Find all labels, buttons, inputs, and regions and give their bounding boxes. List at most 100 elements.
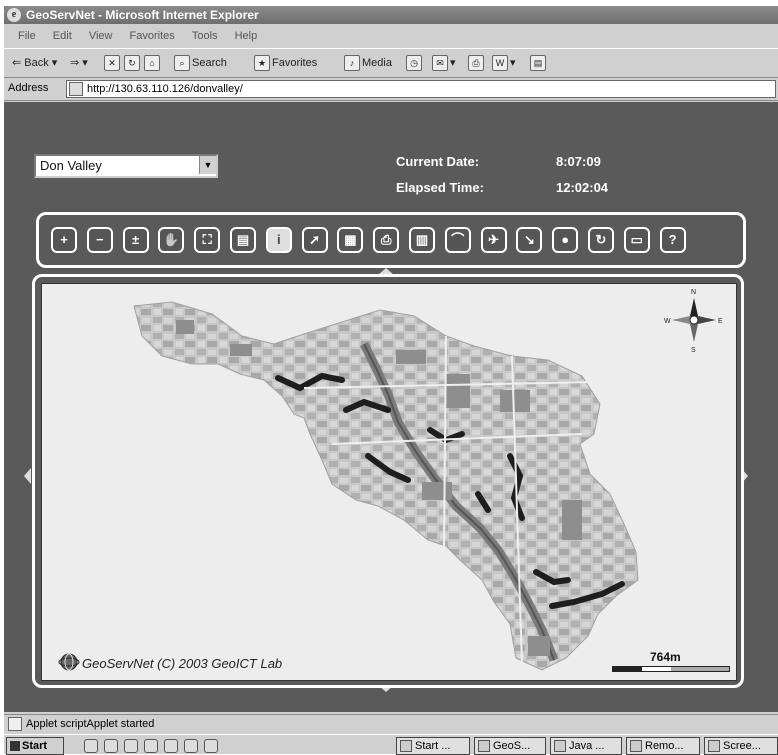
refresh-button[interactable]: ↻	[124, 55, 142, 72]
task-java[interactable]: Java ...	[550, 737, 622, 755]
scale-bar-graphic	[612, 666, 730, 672]
start-button[interactable]: Start	[6, 737, 64, 755]
full-extent-tool-button[interactable]: ⛶	[194, 227, 221, 253]
window-title: GeoServNet - Microsoft Internet Explorer	[26, 8, 259, 22]
ie-logo-icon: e	[7, 8, 21, 22]
help-tool-button[interactable]: ?	[659, 227, 686, 253]
compass-n-label: N	[691, 289, 696, 296]
applet-area: Don Valley ▼ Current Date: 8:07:09 Elaps…	[4, 102, 778, 712]
menu-tools[interactable]: Tools	[192, 30, 218, 42]
stop-button[interactable]: ✕	[104, 55, 122, 72]
home-icon: ⌂	[144, 55, 160, 72]
layers-tool-button[interactable]: ▤	[230, 227, 256, 253]
task-icon	[400, 740, 412, 753]
search-button[interactable]: ⌕ Search	[174, 55, 227, 72]
compass-rose	[672, 298, 716, 342]
page-status-icon	[8, 717, 22, 732]
refresh-icon: ↻	[124, 55, 140, 72]
menu-help[interactable]: Help	[235, 30, 258, 42]
print-tool-button[interactable]: ⎙	[373, 227, 400, 253]
measure-tool-button[interactable]: ↘	[516, 227, 543, 253]
browser-window: e GeoServNet - Microsoft Internet Explor…	[4, 6, 778, 755]
watershed-map: N E S W	[133, 289, 723, 671]
menu-file[interactable]: File	[18, 30, 36, 42]
discuss-button[interactable]: ▤	[530, 55, 548, 72]
search-icon: ⌕	[174, 55, 190, 72]
print-icon: ⎙	[468, 55, 484, 72]
scale-label: 764m	[650, 650, 681, 664]
menu-edit[interactable]: Edit	[53, 30, 72, 42]
forward-arrow-icon: ⇒	[70, 57, 80, 69]
ie-quicklaunch-icon[interactable]	[104, 739, 118, 753]
forward-button[interactable]: ⇒ ▾	[70, 55, 88, 71]
zoom-in-tool-button[interactable]: +	[51, 227, 77, 253]
task-remote[interactable]: Remo...	[626, 737, 700, 755]
favorites-button[interactable]: ★ Favorites	[254, 55, 317, 72]
back-button[interactable]: ⇐ Back ▾	[12, 55, 57, 71]
explorer-quicklaunch-icon[interactable]	[184, 739, 198, 753]
task-screen[interactable]: Scree...	[704, 737, 778, 755]
compass-e-label: E	[718, 318, 723, 325]
legend-tool-button[interactable]: ▦	[337, 227, 364, 253]
status-text: Applet scriptApplet started	[26, 718, 155, 730]
task-start[interactable]: Start ...	[396, 737, 470, 755]
region-select-value: Don Valley	[40, 158, 102, 173]
task-icon	[478, 740, 490, 753]
current-date-label: Current Date:	[396, 154, 480, 169]
chevron-down-icon[interactable]: ▼	[199, 156, 216, 174]
media-quicklaunch-icon[interactable]	[144, 739, 158, 753]
media-icon: ♪	[344, 55, 360, 72]
history-button[interactable]: ◷	[406, 55, 424, 72]
map-view[interactable]: N E S W GeoServNet (C) 2003 GeoICT Lab 7…	[41, 283, 737, 681]
globe-logo-icon	[58, 653, 80, 671]
map-toolbar: + − ± ✋ ⛶ ▤ i ➚ ▦ ⎙ ▥ ⌒ ✈ ↘ ● ↻ ▭?	[36, 212, 746, 268]
task-icon	[554, 740, 566, 753]
favorites-icon: ★	[254, 55, 270, 72]
browser-toolbar: ⇐ Back ▾ ⇒ ▾ ✕ ↻ ⌂ ⌕ Search ★ Favorites ♪ M…	[4, 48, 778, 78]
watershed-area	[133, 301, 639, 671]
pan-west-icon[interactable]	[24, 468, 31, 484]
refresh-tool-button[interactable]: ↻	[588, 227, 614, 253]
task-geoservnet[interactable]: GeoS...	[474, 737, 546, 755]
history-icon: ◷	[406, 55, 422, 72]
show-desktop-icon[interactable]	[84, 739, 98, 753]
menu-favorites[interactable]: Favorites	[130, 30, 175, 42]
save-tool-button[interactable]: ▭	[623, 227, 650, 253]
info-tool-button[interactable]: i	[265, 227, 292, 253]
elapsed-time-value: 12:02:04	[556, 180, 609, 195]
task-icon	[630, 740, 642, 753]
mail-button[interactable]: ✉ ▾	[432, 55, 456, 72]
terminal-quicklaunch-icon[interactable]	[204, 739, 218, 753]
zoom-toggle-tool-button[interactable]: ±	[122, 227, 149, 253]
media-button[interactable]: ♪ Media	[344, 55, 392, 72]
print-button[interactable]: ⎙	[468, 55, 486, 72]
paint-quicklaunch-icon[interactable]	[124, 739, 138, 753]
taskbar: Start Start ... GeoS... Java ... Remo...…	[4, 734, 778, 755]
back-arrow-icon: ⇐	[12, 57, 22, 69]
edit-button[interactable]: W ▾	[492, 55, 516, 72]
zoom-out-tool-button[interactable]: −	[86, 227, 113, 253]
address-url: http://130.63.110.126/donvalley/	[87, 83, 243, 95]
select-tool-button[interactable]: ➚	[301, 227, 328, 253]
status-bar: Applet scriptApplet started	[4, 714, 778, 733]
address-label: Address	[8, 82, 49, 94]
region-select[interactable]: Don Valley ▼	[34, 154, 218, 178]
page-icon	[69, 82, 83, 96]
elapsed-time-label: Elapsed Time:	[396, 180, 484, 195]
copyright-text: GeoServNet (C) 2003 GeoICT Lab	[82, 656, 283, 671]
table-tool-button[interactable]: ▥	[409, 227, 435, 253]
pan-tool-button[interactable]: ✋	[158, 227, 185, 253]
address-input[interactable]: http://130.63.110.126/donvalley/	[66, 80, 776, 98]
word-icon: W	[492, 55, 508, 72]
current-date-value: 8:07:09	[556, 154, 601, 169]
menu-bar: File Edit View Favorites Tools Help	[4, 26, 778, 46]
buffer-tool-button[interactable]: ●	[552, 227, 579, 253]
home-button[interactable]: ⌂	[144, 55, 162, 72]
task-icon	[708, 740, 720, 753]
terrain-tool-button[interactable]: ⌒	[444, 227, 471, 253]
mail-icon: ✉	[432, 55, 448, 72]
menu-view[interactable]: View	[89, 30, 113, 42]
network-quicklaunch-icon[interactable]	[164, 739, 178, 753]
stop-icon: ✕	[104, 55, 120, 72]
flight-tool-button[interactable]: ✈	[480, 227, 507, 253]
